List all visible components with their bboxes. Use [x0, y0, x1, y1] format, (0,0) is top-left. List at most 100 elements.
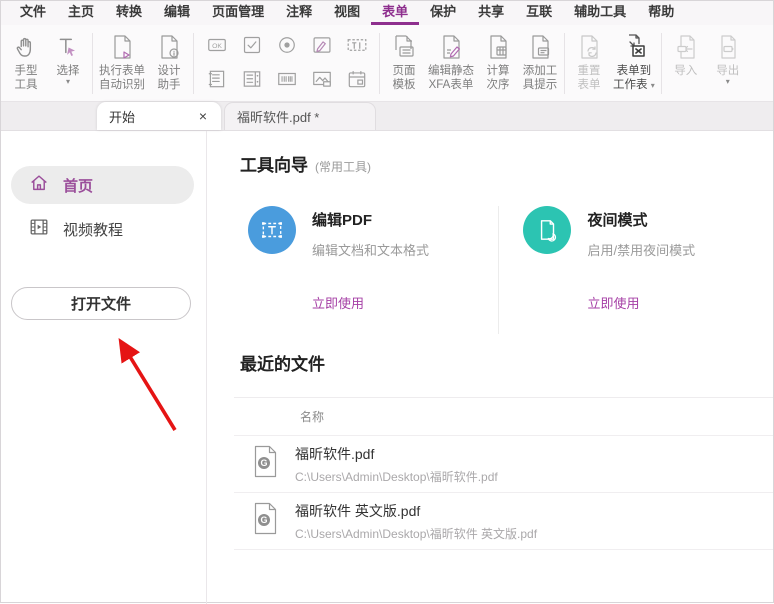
form-recognition-label: 执行表单 [99, 64, 145, 78]
sidebar-item-video-tutorials[interactable]: 视频教程 [11, 210, 194, 248]
menu-convert[interactable]: 转换 [105, 0, 153, 25]
menu-home[interactable]: 主页 [57, 0, 105, 25]
file-path: C:\Users\Admin\Desktop\福昕软件 英文版.pdf [295, 525, 537, 542]
calculation-order-button[interactable]: 计算 次序 [477, 28, 519, 99]
menu-accessibility[interactable]: 辅助工具 [563, 0, 637, 25]
form-to-sheet-icon [619, 30, 649, 64]
combo-box-field-button[interactable] [241, 68, 263, 95]
form-to-sheet-label2: 工作表 ▾ [613, 78, 655, 92]
radio-button-field-button[interactable] [276, 34, 298, 61]
svg-text:OK: OK [212, 42, 222, 49]
start-page: 首页 视频教程 打开文件 工具向导 (常用工具) [1, 131, 773, 604]
text-field-button[interactable] [346, 34, 368, 61]
menu-form[interactable]: 表单 [371, 0, 419, 25]
edit-pdf-icon [248, 206, 296, 254]
add-tooltip-icon [526, 30, 554, 64]
design-assistant-label: 设计 [158, 64, 181, 78]
open-file-button[interactable]: 打开文件 [11, 287, 191, 320]
page-template-button[interactable]: 页面 模板 [383, 28, 425, 99]
select-dropdown-caret[interactable]: ▾ [66, 78, 70, 85]
home-icon [28, 172, 50, 198]
select-tool-button[interactable]: 选择 ▾ [47, 28, 89, 99]
reset-form-button[interactable]: 重置 表单 [568, 28, 610, 99]
ribbon-separator [564, 33, 565, 94]
select-tool-label: 选择 [57, 64, 80, 78]
form-to-sheet-label: 表单到 [617, 64, 652, 78]
hand-tool-label2: 工具 [15, 78, 38, 92]
image-field-button[interactable] [311, 68, 333, 95]
export-label: 导出 [716, 64, 739, 78]
main-panel: 工具向导 (常用工具) [207, 131, 773, 604]
form-to-sheet-caret[interactable]: ▾ [651, 81, 655, 90]
card-edit-pdf[interactable]: 编辑PDF 编辑文档和文本格式 立即使用 [248, 206, 498, 328]
add-tooltip-label2: 具提示 [523, 78, 558, 92]
page-template-icon [390, 30, 418, 64]
calculation-order-icon [484, 30, 512, 64]
edit-pdf-use-now-link[interactable]: 立即使用 [312, 293, 498, 312]
calculation-order-label2: 次序 [487, 78, 510, 92]
add-tooltip-label: 添加工 [523, 64, 558, 78]
reset-form-label2: 表单 [578, 78, 601, 92]
svg-text:G: G [260, 515, 267, 525]
calculation-order-label: 计算 [487, 64, 510, 78]
date-field-button[interactable] [346, 68, 368, 95]
recent-file-row[interactable]: G 福昕软件.pdf C:\Users\Admin\Desktop\福昕软件.p… [234, 436, 773, 493]
list-box-field-button[interactable] [206, 68, 228, 95]
menu-page-management[interactable]: 页面管理 [201, 0, 275, 25]
menu-connect[interactable]: 互联 [515, 0, 563, 25]
ribbon-separator [193, 33, 194, 94]
add-tooltip-button[interactable]: 添加工 具提示 [519, 28, 561, 99]
svg-text:G: G [260, 458, 267, 468]
barcode-field-button[interactable] [276, 68, 298, 95]
card-night-mode[interactable]: 夜间模式 启用/禁用夜间模式 立即使用 [523, 206, 773, 328]
reset-form-label: 重置 [578, 64, 601, 78]
hand-tool-label: 手型 [15, 64, 38, 78]
reset-form-icon [575, 30, 603, 64]
form-field-buttons: OK [197, 28, 376, 99]
menu-file[interactable]: 文件 [9, 0, 57, 25]
recent-files-name-column[interactable]: 名称 [234, 398, 773, 436]
design-assistant-button[interactable]: 设计 助手 [148, 28, 190, 99]
push-button-field-button[interactable]: OK [206, 34, 228, 61]
card-divider [498, 206, 499, 334]
menu-comment[interactable]: 注释 [275, 0, 323, 25]
menu-edit[interactable]: 编辑 [153, 0, 201, 25]
page-template-label2: 模板 [393, 78, 416, 92]
run-form-recognition-button[interactable]: 执行表单 自动识别 [96, 28, 148, 99]
night-mode-icon [523, 206, 571, 254]
edit-pdf-desc: 编辑文档和文本格式 [312, 240, 429, 259]
export-caret[interactable]: ▾ [726, 78, 730, 85]
form-recognition-icon [108, 30, 136, 64]
form-ribbon: 手型 工具 选择 ▾ 执行表单 自动识别 设计 [1, 25, 773, 102]
signature-field-button[interactable] [311, 34, 333, 61]
tool-wizard-cards: 编辑PDF 编辑文档和文本格式 立即使用 [240, 206, 773, 328]
export-button[interactable]: 导出 ▾ [707, 28, 749, 99]
menu-protect[interactable]: 保护 [419, 0, 467, 25]
tool-wizard-title: 工具向导 [240, 151, 308, 176]
sidebar-home-label: 首页 [63, 175, 93, 196]
hand-tool-button[interactable]: 手型 工具 [5, 28, 47, 99]
recent-file-row[interactable]: G 福昕软件 英文版.pdf C:\Users\Admin\Desktop\福昕… [234, 493, 773, 550]
import-button[interactable]: 导入 [665, 28, 707, 99]
tab-start-label: 开始 [109, 107, 135, 126]
menu-share[interactable]: 共享 [467, 0, 515, 25]
tab-close-icon[interactable]: × [197, 108, 209, 124]
sidebar: 首页 视频教程 打开文件 [1, 131, 207, 604]
menu-bar: 文件 主页 转换 编辑 页面管理 注释 视图 表单 保护 共享 互联 辅助工具 … [1, 1, 773, 25]
sidebar-item-home[interactable]: 首页 [11, 166, 194, 204]
night-mode-use-now-link[interactable]: 立即使用 [587, 293, 773, 312]
tab-start[interactable]: 开始 × [97, 102, 221, 130]
recent-files-title: 最近的文件 [240, 350, 773, 375]
tool-wizard-subtitle: (常用工具) [315, 158, 371, 175]
edit-static-xfa-button[interactable]: 编辑静态 XFA表单 [425, 28, 477, 99]
export-icon [714, 30, 742, 64]
menu-view[interactable]: 视图 [323, 0, 371, 25]
tab-document[interactable]: 福昕软件.pdf * [224, 102, 376, 130]
page-template-label: 页面 [393, 64, 416, 78]
import-icon [672, 30, 700, 64]
file-path: C:\Users\Admin\Desktop\福昕软件.pdf [295, 468, 498, 485]
form-to-sheet-button[interactable]: 表单到 工作表 ▾ [610, 28, 658, 99]
menu-help[interactable]: 帮助 [637, 0, 685, 25]
pdf-file-icon: G [252, 445, 279, 483]
check-box-field-button[interactable] [241, 34, 263, 61]
